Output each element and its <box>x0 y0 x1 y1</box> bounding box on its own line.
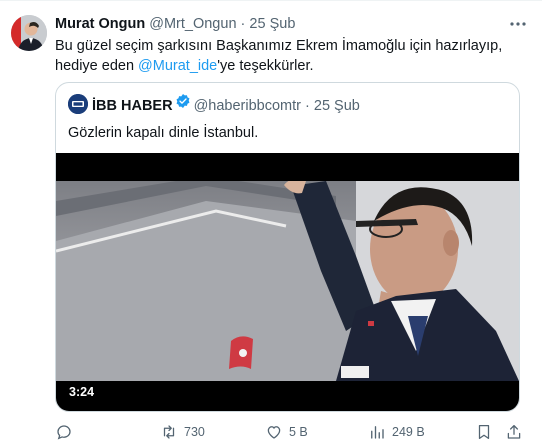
retweet-count: 730 <box>184 425 205 439</box>
video-player[interactable]: 3:24 <box>56 153 519 411</box>
heart-icon <box>265 423 283 441</box>
bookmark-button[interactable] <box>475 421 493 443</box>
quoted-author-name[interactable]: İBB HABER <box>92 98 173 114</box>
retweet-icon <box>160 423 178 441</box>
video-thumbnail <box>56 181 519 381</box>
share-icon <box>505 423 523 441</box>
tweet-text-after: 'ye teşekkürler. <box>217 58 314 74</box>
tweet-card[interactable]: Murat Ongun @Mrt_Ongun · 25 Şub Bu güzel… <box>0 0 542 448</box>
tweet-header: Murat Ongun @Mrt_Ongun · 25 Şub <box>55 14 502 34</box>
separator-dot: · <box>240 16 246 32</box>
bookmark-icon <box>475 423 493 441</box>
quoted-tweet-text: Gözlerin kapalı dinle İstanbul. <box>68 125 259 141</box>
author-name[interactable]: Murat Ongun <box>55 16 145 32</box>
retweet-button[interactable]: 730 <box>160 421 205 443</box>
share-button[interactable] <box>505 421 523 443</box>
tweet-actions: 730 5 B 249 B <box>55 421 525 443</box>
tweet-date[interactable]: 25 Şub <box>249 16 295 32</box>
quoted-avatar[interactable] <box>68 94 88 114</box>
reply-button[interactable] <box>55 421 79 443</box>
author-handle[interactable]: @Mrt_Ongun <box>149 16 236 32</box>
like-button[interactable]: 5 B <box>265 421 308 443</box>
quoted-date[interactable]: 25 Şub <box>314 98 360 114</box>
analytics-icon <box>368 423 386 441</box>
quoted-author-handle[interactable]: @haberibbcomtr <box>194 98 301 114</box>
more-icon[interactable] <box>508 14 528 34</box>
quoted-tweet-header: İBB HABER @haberibbcomtr · 25 Şub <box>68 93 360 117</box>
quoted-separator-dot: · <box>305 97 310 114</box>
tweet-text: Bu güzel seçim şarkısını Başkanımız Ekre… <box>55 36 525 76</box>
author-avatar[interactable] <box>11 15 47 51</box>
views-button[interactable]: 249 B <box>368 421 425 443</box>
like-count: 5 B <box>289 425 308 439</box>
mention-link[interactable]: @Murat_ide <box>138 58 217 74</box>
quoted-tweet[interactable]: İBB HABER @haberibbcomtr · 25 Şub Gözleri… <box>55 82 520 412</box>
views-count: 249 B <box>392 425 425 439</box>
verified-badge-icon <box>175 93 191 115</box>
video-duration: 3:24 <box>64 383 100 401</box>
reply-icon <box>55 423 73 441</box>
